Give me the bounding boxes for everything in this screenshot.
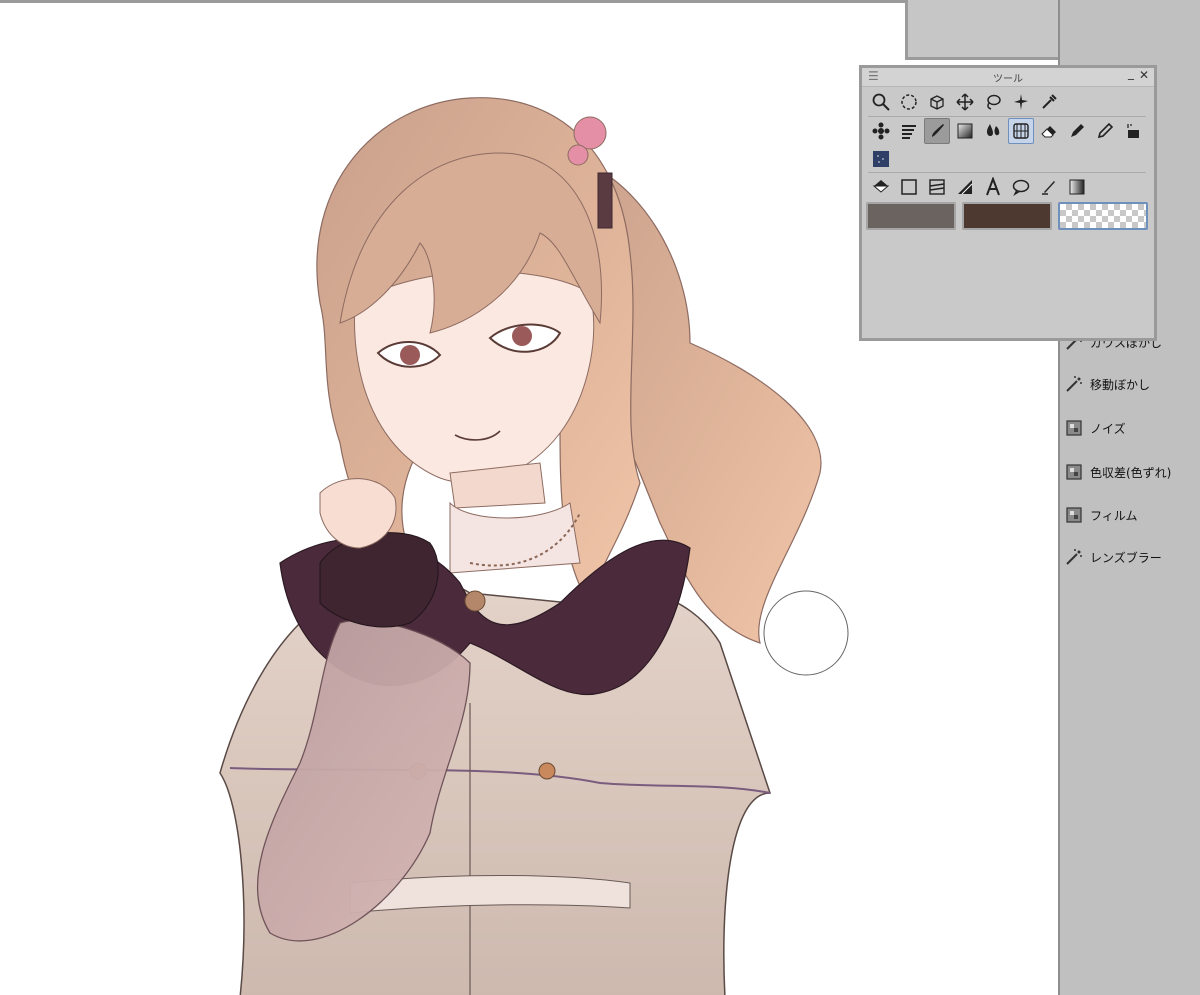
rectangle-icon: [901, 179, 917, 195]
fill-icon: [872, 180, 890, 193]
gradient-small-icon: [1069, 179, 1085, 195]
filter-square-icon: [1066, 464, 1082, 480]
transparent-color-swatch[interactable]: [1058, 202, 1148, 230]
water-blend-icon: [986, 124, 1000, 137]
zoom-icon: [872, 93, 890, 111]
filter-item-film[interactable]: フィルム: [1064, 503, 1138, 527]
object-select-icon: [930, 95, 944, 110]
eyedropper-icon: [1042, 94, 1057, 109]
move-icon: [956, 93, 974, 111]
tool-pencil[interactable]: [1092, 118, 1118, 144]
filter-item-noise[interactable]: ノイズ: [1064, 416, 1126, 440]
filter-item-label: フィルム: [1090, 508, 1138, 523]
tool-sub-tool[interactable]: [868, 146, 894, 172]
filter-item-chromatic-aberration[interactable]: 色収差(色ずれ): [1064, 460, 1171, 484]
blur-wand-icon: [1066, 376, 1082, 392]
tool-window-titlebar[interactable]: ☰ ツール _ ✕: [862, 66, 1154, 87]
pencil-icon: [1097, 122, 1114, 139]
tool-row-3: [868, 146, 896, 172]
ink-bottle-icon: [1127, 124, 1139, 138]
filter-item-motion-blur[interactable]: 移動ぼかし: [1064, 372, 1150, 396]
lasso-select-icon: [901, 94, 917, 110]
filter-square-icon: [1066, 420, 1082, 436]
filter-item-label: 色収差(色ずれ): [1090, 465, 1172, 480]
tool-lasso[interactable]: [980, 89, 1006, 115]
auto-select-icon: [1014, 94, 1028, 110]
close-icon[interactable]: ✕: [1139, 68, 1149, 82]
decoration-icon: [872, 122, 890, 140]
tool-gradient-small[interactable]: [1064, 174, 1090, 200]
tool-object[interactable]: [924, 89, 950, 115]
text-icon: [986, 177, 1000, 196]
tool-correction[interactable]: [1036, 174, 1062, 200]
tool-figure[interactable]: [896, 174, 922, 200]
ruler-icon: [902, 125, 916, 139]
tool-move[interactable]: [952, 89, 978, 115]
minimize-icon[interactable]: _: [1128, 66, 1134, 80]
tool-zoom[interactable]: [868, 89, 894, 115]
tool-row-1: [868, 89, 1064, 115]
tool-gradient[interactable]: [952, 118, 978, 144]
sub-tool-icon: [873, 151, 889, 167]
correction-icon: [1042, 181, 1055, 195]
tool-perspective-ruler[interactable]: [1008, 118, 1034, 144]
tool-eyedropper[interactable]: [1036, 89, 1062, 115]
tool-ruler-triangle[interactable]: [952, 174, 978, 200]
tool-ink[interactable]: [1120, 118, 1146, 144]
filter-item-label: ノイズ: [1090, 421, 1126, 436]
ruler-triangle-icon: [958, 180, 973, 195]
tool-frame[interactable]: [924, 174, 950, 200]
tool-palette-window[interactable]: ☰ ツール _ ✕: [859, 65, 1157, 341]
tool-ruler[interactable]: [896, 118, 922, 144]
perspective-grid-icon: [1013, 123, 1029, 139]
brush-pen-icon: [932, 124, 944, 137]
lasso-icon: [987, 94, 1001, 110]
filter-square-icon: [1066, 507, 1082, 523]
frame-icon: [929, 179, 945, 195]
tool-brush[interactable]: [924, 118, 950, 144]
blur-wand-icon: [1066, 549, 1082, 565]
filter-item-lens-blur[interactable]: レンズブラー: [1064, 545, 1162, 569]
tool-balloon[interactable]: [1008, 174, 1034, 200]
filter-item-label: レンズブラー: [1090, 550, 1162, 565]
tool-divider: [868, 172, 1146, 173]
eraser-icon: [1041, 126, 1056, 138]
tool-selection[interactable]: [896, 89, 922, 115]
balloon-icon: [1012, 179, 1030, 196]
tool-text[interactable]: [980, 174, 1006, 200]
app-window: 消 回転 ガウスぼかし 移動ぼかし ノイズ 色収差(色ずれ) フィルム レンズブ…: [0, 0, 1200, 995]
tool-window-title: ツール: [993, 74, 1023, 85]
tool-row-2: [868, 118, 1148, 144]
tool-eraser[interactable]: [1036, 118, 1062, 144]
tool-fill[interactable]: [868, 174, 894, 200]
pen-icon: [1071, 124, 1084, 137]
tool-decoration[interactable]: [868, 118, 894, 144]
sub-color-swatch[interactable]: [962, 202, 1052, 230]
tool-auto-select[interactable]: [1008, 89, 1034, 115]
filter-item-label: 移動ぼかし: [1090, 377, 1151, 392]
gradient-icon: [957, 123, 973, 139]
main-color-swatch[interactable]: [866, 202, 956, 230]
tool-row-4: [868, 174, 1092, 200]
tool-divider: [868, 116, 1146, 117]
tool-blend[interactable]: [980, 118, 1006, 144]
tool-pen[interactable]: [1064, 118, 1090, 144]
